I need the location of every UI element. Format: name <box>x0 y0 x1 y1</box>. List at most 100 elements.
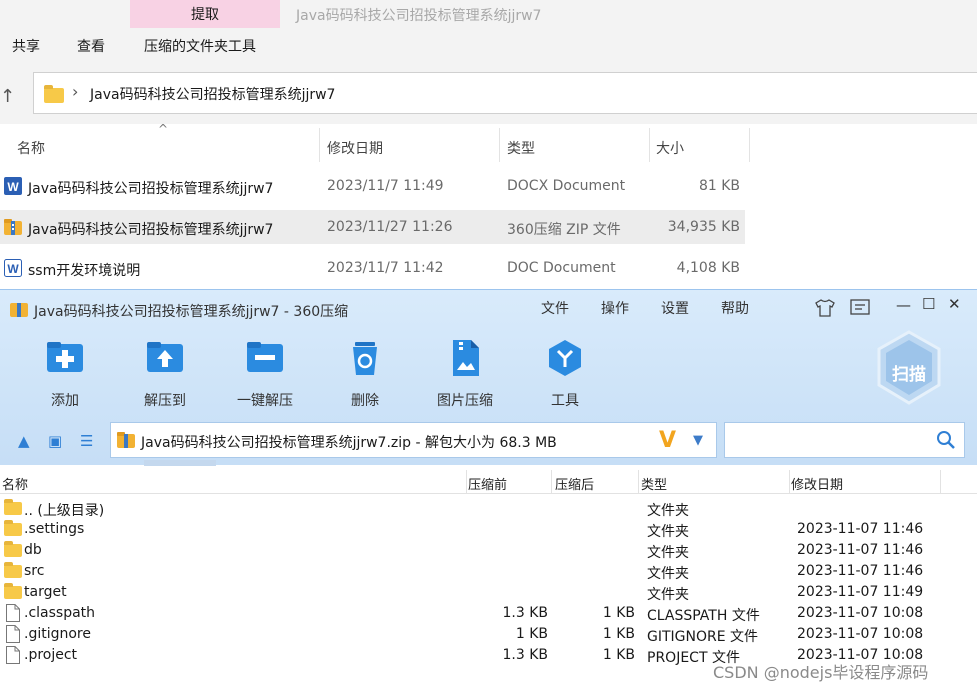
feedback-icon[interactable] <box>850 299 870 317</box>
entry-name: .settings <box>24 521 85 537</box>
one-click-extract-label: 一键解压 <box>237 393 293 409</box>
zip-app-icon <box>10 303 28 317</box>
maximize-icon[interactable]: ☐ <box>922 295 935 313</box>
file-name: ssm开发环境说明 <box>28 263 141 279</box>
zip-entry-row[interactable]: src 文件夹 2023-11-07 11:46 <box>0 561 977 582</box>
tools-button[interactable]: 工具 <box>520 338 610 410</box>
zip-entry-row[interactable]: db 文件夹 2023-11-07 11:46 <box>0 540 977 561</box>
file-date: 2023/11/7 11:42 <box>327 260 444 276</box>
zip-entry-row[interactable]: .. (上级目录) 文件夹 <box>0 498 977 519</box>
explorer-file-list: ^ 名称 修改日期 类型 大小 W Java码码科技公司招投标管理系统jjrw7… <box>0 122 977 291</box>
add-label: 添加 <box>51 393 79 409</box>
entry-name: .gitignore <box>24 626 91 642</box>
col-after[interactable]: 压缩后 <box>555 474 594 493</box>
tab-extract[interactable]: 提取 <box>130 0 280 28</box>
col-date[interactable]: 修改日期 <box>791 474 843 493</box>
add-icon <box>47 342 83 372</box>
tools-icon <box>549 340 581 376</box>
menu-operate[interactable]: 操作 <box>601 298 629 318</box>
entry-type: 文件夹 <box>647 566 689 582</box>
file-size: 81 KB <box>698 178 740 194</box>
scroll-indicator <box>144 460 216 466</box>
file-row[interactable]: W Java码码科技公司招投标管理系统jjrw7 2023/11/7 11:49… <box>0 169 745 203</box>
image-compress-button[interactable]: 图片压缩 <box>420 338 510 410</box>
file-row-selected[interactable]: Java码码科技公司招投标管理系统jjrw7 2023/11/27 11:26 … <box>0 210 745 244</box>
file-type: DOC Document <box>507 260 616 276</box>
skin-shirt-icon[interactable] <box>815 299 835 317</box>
zip-search-input[interactable] <box>724 422 965 458</box>
folder-icon <box>4 520 22 536</box>
file-size: 34,935 KB <box>667 219 740 235</box>
add-button[interactable]: 添加 <box>20 338 110 410</box>
menu-file[interactable]: 文件 <box>541 298 569 318</box>
entry-type: GITIGNORE 文件 <box>647 629 759 645</box>
zip-address-bar[interactable]: Java码码科技公司招投标管理系统jjrw7.zip - 解包大小为 68.3 … <box>110 422 717 458</box>
ribbon-view[interactable]: 查看 <box>77 36 105 56</box>
col-name[interactable]: 名称 <box>2 474 28 493</box>
file-date: 2023/11/27 11:26 <box>327 219 453 235</box>
thumbnail-view-icon[interactable]: ▣ <box>48 432 62 450</box>
chevron-right-icon[interactable]: › <box>72 82 78 101</box>
entry-date: 2023-11-07 11:46 <box>797 542 924 558</box>
image-compress-label: 图片压缩 <box>437 393 493 409</box>
zip-header: Java码码科技公司招投标管理系统jjrw7 - 360压缩 文件 操作 设置 … <box>0 290 977 466</box>
extract-to-label: 解压到 <box>144 393 186 409</box>
entry-name: .project <box>24 647 78 663</box>
file-row[interactable]: W ssm开发环境说明 2023/11/7 11:42 DOC Document… <box>0 251 745 285</box>
one-click-extract-icon <box>247 342 283 372</box>
one-click-extract-button[interactable]: 一键解压 <box>220 338 310 410</box>
explorer-address-bar[interactable]: › Java码码科技公司招投标管理系统jjrw7 <box>33 72 977 114</box>
folder-icon <box>4 583 22 599</box>
entry-date: 2023-11-07 11:46 <box>797 521 924 537</box>
close-icon[interactable]: ✕ <box>948 295 961 313</box>
folder-icon <box>4 541 22 557</box>
zip-nav-bar: ▲ ▣ ☰ Java码码科技公司招投标管理系统jjrw7.zip - 解包大小为… <box>0 420 977 464</box>
svg-text:W: W <box>7 180 19 194</box>
search-icon[interactable] <box>936 430 956 450</box>
chevron-down-icon[interactable]: ▼ <box>693 433 703 448</box>
delete-button[interactable]: 删除 <box>320 338 410 410</box>
file-size: 4,108 KB <box>676 260 740 276</box>
entry-after: 1 KB <box>602 647 635 663</box>
col-date[interactable]: 修改日期 <box>327 138 383 158</box>
zip-entry-row[interactable]: .gitignore 1 KB 1 KB GITIGNORE 文件 2023-1… <box>0 624 977 645</box>
ribbon-compressed-folder-tools[interactable]: 压缩的文件夹工具 <box>144 36 256 56</box>
zip-entry-row[interactable]: target 文件夹 2023-11-07 11:49 <box>0 582 977 603</box>
ribbon-share[interactable]: 共享 <box>12 36 40 56</box>
file-name: Java码码科技公司招投标管理系统jjrw7 <box>28 222 274 238</box>
extract-to-button[interactable]: 解压到 <box>120 338 210 410</box>
up-arrow-icon[interactable]: ↑ <box>0 86 15 107</box>
entry-name: .. (上级目录) <box>24 503 105 519</box>
col-type[interactable]: 类型 <box>641 474 667 493</box>
entry-name: src <box>24 563 45 579</box>
image-compress-icon <box>453 340 479 376</box>
entry-date: 2023-11-07 10:08 <box>797 605 924 621</box>
zip-window-title: Java码码科技公司招投标管理系统jjrw7 - 360压缩 <box>34 304 349 320</box>
entry-date: 2023-11-07 10:08 <box>797 626 924 642</box>
zip-window: Java码码科技公司招投标管理系统jjrw7 - 360压缩 文件 操作 设置 … <box>0 289 977 691</box>
word-doc-icon: W <box>4 177 22 195</box>
extract-to-icon <box>147 342 183 372</box>
up-level-icon[interactable]: ▲ <box>18 432 30 450</box>
file-icon <box>6 604 20 622</box>
v-logo-icon[interactable]: V <box>659 428 676 453</box>
zip-entry-row[interactable]: .settings 文件夹 2023-11-07 11:46 <box>0 519 977 540</box>
entry-name: .classpath <box>24 605 96 621</box>
entry-type: 文件夹 <box>647 587 689 603</box>
word-doc-icon: W <box>4 259 22 277</box>
menu-help[interactable]: 帮助 <box>721 298 749 318</box>
file-icon <box>6 646 20 664</box>
minimize-icon[interactable]: — <box>896 296 911 314</box>
folder-icon <box>44 85 64 103</box>
zip-archive-icon <box>4 219 22 235</box>
col-type[interactable]: 类型 <box>507 138 535 158</box>
list-view-icon[interactable]: ☰ <box>80 432 93 450</box>
col-size[interactable]: 大小 <box>656 138 684 158</box>
zip-entry-row[interactable]: .classpath 1.3 KB 1 KB CLASSPATH 文件 2023… <box>0 603 977 624</box>
tools-label: 工具 <box>551 393 579 409</box>
col-name[interactable]: 名称 <box>17 138 45 158</box>
col-before[interactable]: 压缩前 <box>468 474 507 493</box>
menu-settings[interactable]: 设置 <box>661 298 689 318</box>
delete-label: 删除 <box>351 393 379 409</box>
scan-label: 扫描 <box>892 365 926 385</box>
